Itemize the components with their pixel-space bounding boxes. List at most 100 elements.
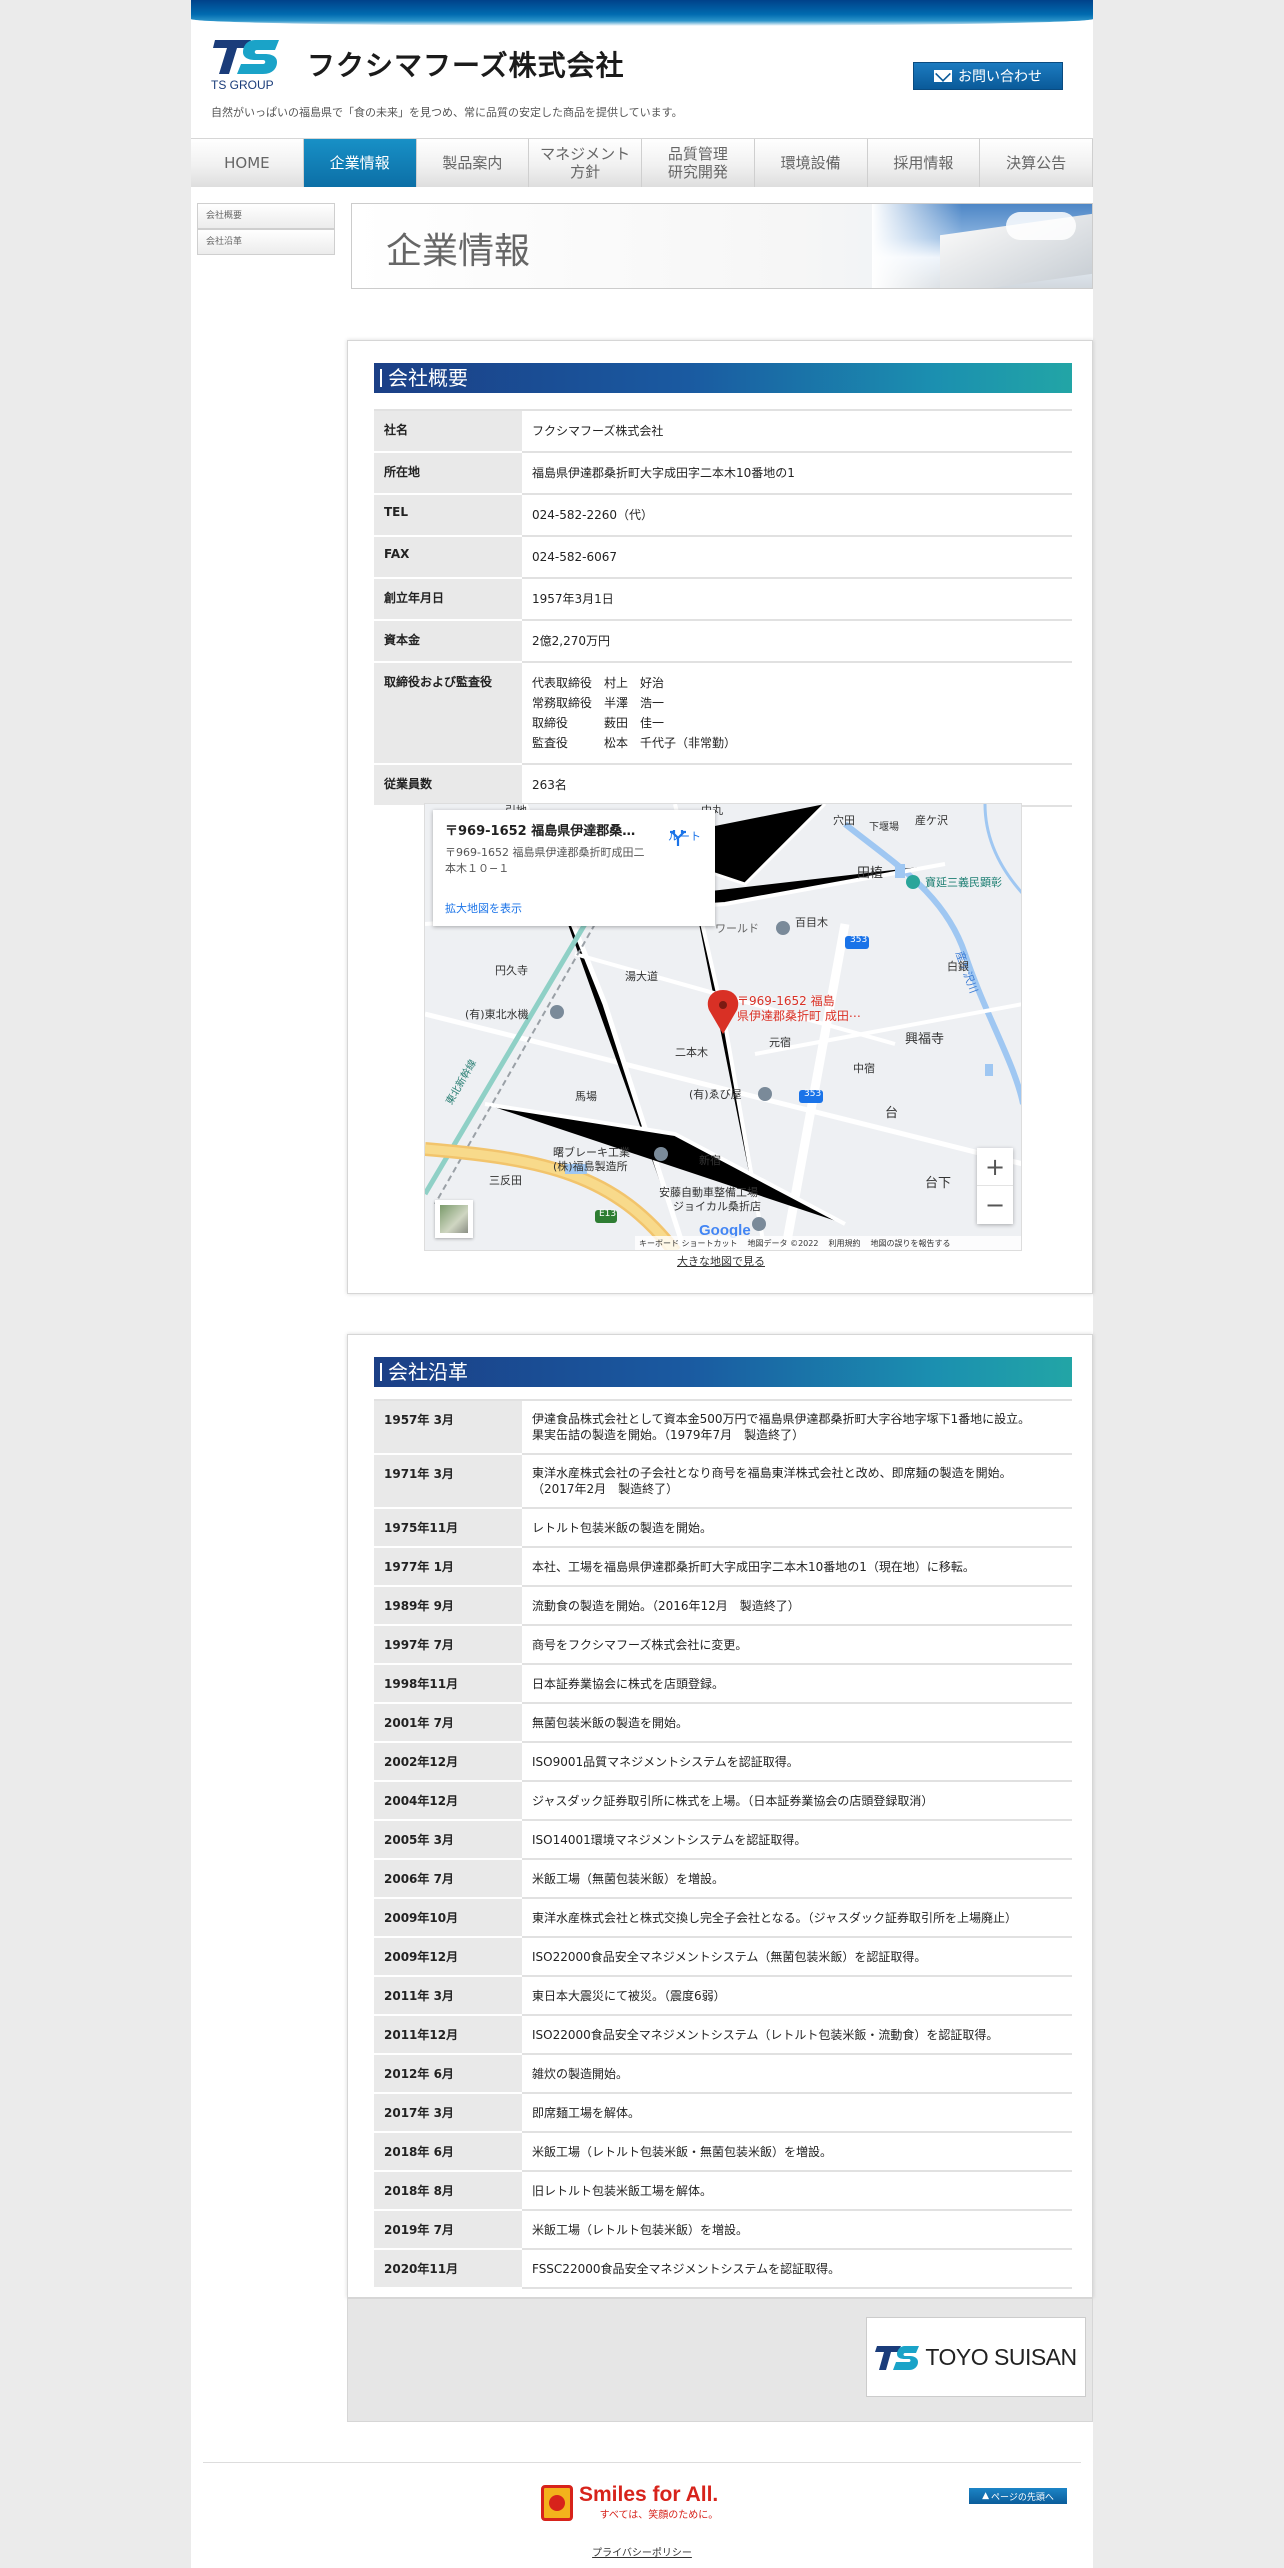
history-date: 2009年12月 bbox=[374, 1937, 522, 1977]
officer-line: 代表取締役 村上 好治 bbox=[532, 676, 665, 690]
map-label: 中宿 bbox=[853, 1062, 875, 1075]
footer-affiliates: TOYO SUISAN bbox=[347, 2298, 1093, 2422]
nav-item-6[interactable]: 採用情報 bbox=[867, 139, 981, 187]
road-badge: 353 bbox=[850, 935, 868, 945]
history-date: 2001年 7月 bbox=[374, 1703, 522, 1743]
arrow-up-icon: ▲ bbox=[982, 2491, 990, 2501]
report-error-link[interactable]: 地図の誤りを報告する bbox=[870, 1238, 950, 1249]
map-pin-label[interactable]: 〒969-1652 福島 県伊達郡桑折町 成田⋯ bbox=[737, 994, 861, 1024]
history-row: 2009年10月 東洋水産株式会社と株式交換し完全子会社となる。（ジャスダック証券… bbox=[374, 1898, 1072, 1938]
history-row: 2020年11月 FSSC22000食品安全マネジメントシステムを認証取得。 bbox=[374, 2249, 1072, 2289]
nav-item-0[interactable]: HOME bbox=[191, 139, 304, 187]
road-badge: E13 bbox=[599, 1209, 617, 1219]
history-row: 2019年 7月 米飯工場（レトルト包装米飯）を増設。 bbox=[374, 2210, 1072, 2250]
ts-group-logo[interactable]: TS GROUP bbox=[211, 34, 283, 92]
map-label: (有)東北水機 bbox=[465, 1008, 529, 1021]
row-label: 取締役および監査役 bbox=[374, 662, 522, 765]
history-text: 日本証券業協会に株式を店頭登録。 bbox=[522, 1664, 1072, 1704]
nav-item-2[interactable]: 製品案内 bbox=[416, 139, 530, 187]
history-date: 2018年 8月 bbox=[374, 2171, 522, 2211]
row-label: 資本金 bbox=[374, 620, 522, 663]
history-row: 2018年 8月 旧レトルト包装米飯工場を解体。 bbox=[374, 2171, 1072, 2211]
history-row: 1989年 9月 流動食の製造を開始。（2016年12月 製造終了） bbox=[374, 1586, 1072, 1626]
history-row: 2005年 3月 ISO14001環境マネジメントシステムを認証取得。 bbox=[374, 1820, 1072, 1860]
sidebar-item-history[interactable]: 会社沿革 bbox=[197, 229, 335, 255]
page-top-label: ページの先頭へ bbox=[991, 2492, 1054, 2503]
overview-title: 会社概要 bbox=[374, 363, 1072, 393]
header-band bbox=[191, 0, 1093, 26]
zoom-in-button[interactable]: + bbox=[977, 1148, 1013, 1186]
history-row: 1971年 3月 東洋水産株式会社の子会社となり商号を福島東洋株式会社と改め、即席… bbox=[374, 1454, 1072, 1509]
history-date: 2018年 6月 bbox=[374, 2132, 522, 2172]
toyo-suisan-banner[interactable]: TOYO SUISAN bbox=[866, 2317, 1086, 2397]
terms-link[interactable]: 利用規約 bbox=[828, 1238, 860, 1249]
history-text: 東洋水産株式会社と株式交換し完全子会社となる。（ジャスダック証券取引所を上場廃止… bbox=[522, 1898, 1072, 1938]
history-date: 2012年 6月 bbox=[374, 2054, 522, 2094]
history-date: 2019年 7月 bbox=[374, 2210, 522, 2250]
map-label: 白銀 bbox=[947, 960, 969, 973]
map-label: 産ケ沢 bbox=[915, 814, 948, 827]
history-text: ISO22000食品安全マネジメントシステム（レトルト包装米飯・流動食）を認証取… bbox=[522, 2015, 1072, 2055]
row-label: 従業員数 bbox=[374, 764, 522, 807]
history-date: 2004年12月 bbox=[374, 1781, 522, 1821]
map-label: 田植 bbox=[857, 866, 884, 881]
google-map[interactable]: 引地 中丸 穴田 下堰場 産ケ沢 田植 寶延三義民顕彰 ワールド 百目木 円久寺… bbox=[424, 803, 1022, 1251]
privacy-policy-link[interactable]: プライバシーポリシー bbox=[191, 2544, 1093, 2559]
directions-icon bbox=[670, 830, 686, 846]
table-row: 取締役および監査役 代表取締役 村上 好治 常務取締役 半澤 浩一 取締役 薮田… bbox=[374, 662, 1072, 765]
contact-button-label: お問い合わせ bbox=[958, 69, 1042, 85]
row-value: フクシマフーズ株式会社 bbox=[522, 409, 1072, 453]
overview-section: 会社概要 社名 フクシマフーズ株式会社 所在地 福島県伊達郡桑折町大字成田字二本木1… bbox=[347, 340, 1093, 1294]
row-value: 2億2,270万円 bbox=[522, 620, 1072, 663]
tagline: 自然がいっぱいの福島県で「食の未来」を見つめ、常に品質の安定した商品を提供してい… bbox=[211, 106, 683, 119]
nav-item-4[interactable]: 品質管理 研究開発 bbox=[642, 139, 755, 187]
nav-item-7[interactable]: 決算公告 bbox=[980, 139, 1093, 187]
history-title: 会社沿革 bbox=[374, 1357, 1072, 1387]
map-label: 湯大道 bbox=[625, 970, 658, 983]
history-date: 2009年10月 bbox=[374, 1898, 522, 1938]
page-banner: 企業情報 bbox=[351, 203, 1093, 289]
smiles-subslogan: すべては、笑顔のために。 bbox=[599, 2510, 719, 2521]
map-label: 下堰場 bbox=[869, 822, 899, 833]
sidebar-item-overview[interactable]: 会社概要 bbox=[197, 203, 335, 229]
zoom-out-button[interactable]: − bbox=[977, 1186, 1013, 1224]
history-date: 1971年 3月 bbox=[374, 1454, 522, 1509]
history-row: 1997年 7月 商号をフクシマフーズ株式会社に変更。 bbox=[374, 1625, 1072, 1665]
history-row: 2004年12月 ジャスダック証券取引所に株式を上場。（日本証券業協会の店頭登録取… bbox=[374, 1781, 1072, 1821]
company-name[interactable]: フクシマフーズ株式会社 bbox=[307, 44, 625, 84]
history-text: 米飯工場（レトルト包装米飯）を増設。 bbox=[522, 2210, 1072, 2250]
history-text: 米飯工場（無菌包装米飯）を増設。 bbox=[522, 1859, 1072, 1899]
history-table: 1957年 3月 伊達食品株式会社として資本金500万円で福島県伊達郡桑折町大字谷… bbox=[374, 1399, 1072, 2289]
larger-map-link[interactable]: 大きな地図で見る bbox=[348, 1253, 1094, 1269]
contact-button[interactable]: お問い合わせ bbox=[913, 62, 1063, 90]
map-label: 興福寺 bbox=[905, 1032, 945, 1047]
nav-item-1[interactable]: 企業情報 bbox=[303, 139, 417, 187]
history-row: 1977年 1月 本社、工場を福島県伊達郡桑折町大字成田字二本木10番地の1（現在… bbox=[374, 1547, 1072, 1587]
row-label: 創立年月日 bbox=[374, 578, 522, 621]
history-text: 商号をフクシマフーズ株式会社に変更。 bbox=[522, 1625, 1072, 1665]
map-label: 新宿 bbox=[699, 1154, 721, 1167]
page-top-button[interactable]: ▲ ページの先頭へ bbox=[969, 2488, 1067, 2504]
street-view-button[interactable] bbox=[435, 1200, 473, 1238]
history-text: ジャスダック証券取引所に株式を上場。（日本証券業協会の店頭登録取消） bbox=[522, 1781, 1072, 1821]
map-label: ジョイカル桑折店 bbox=[673, 1200, 761, 1213]
history-text: ISO14001環境マネジメントシステムを認証取得。 bbox=[522, 1820, 1072, 1860]
map-label: 三反田 bbox=[489, 1174, 522, 1187]
row-label: 社名 bbox=[374, 409, 522, 453]
smiles-slogan: Smiles for All. bbox=[579, 2483, 719, 2506]
officers-list: 代表取締役 村上 好治 常務取締役 半澤 浩一 取締役 薮田 佳一 監査役 松本… bbox=[522, 662, 1072, 765]
history-row: 1998年11月 日本証券業協会に株式を店頭登録。 bbox=[374, 1664, 1072, 1704]
row-value: 024-582-6067 bbox=[522, 536, 1072, 579]
main-nav: HOME 企業情報 製品案内 マネジメント 方針 品質管理 研究開発 環境設備 採用情報 決算… bbox=[191, 138, 1093, 187]
map-label: 台下 bbox=[925, 1176, 952, 1191]
nav-item-5[interactable]: 環境設備 bbox=[754, 139, 868, 187]
history-text: 無菌包装米飯の製造を開始。 bbox=[522, 1703, 1072, 1743]
history-date: 2017年 3月 bbox=[374, 2093, 522, 2133]
history-text: 流動食の製造を開始。（2016年12月 製造終了） bbox=[522, 1586, 1072, 1626]
view-larger-map-link[interactable]: 拡大地図を表示 bbox=[445, 900, 522, 916]
toyo-logo-icon bbox=[875, 2346, 920, 2370]
route-button[interactable]: ルート bbox=[668, 828, 701, 846]
nav-item-3[interactable]: マネジメント 方針 bbox=[529, 139, 642, 187]
keyboard-shortcuts-link[interactable]: キーボード ショートカット bbox=[639, 1238, 738, 1249]
history-text: 東日本大震災にて被災。（震度6弱） bbox=[522, 1976, 1072, 2016]
